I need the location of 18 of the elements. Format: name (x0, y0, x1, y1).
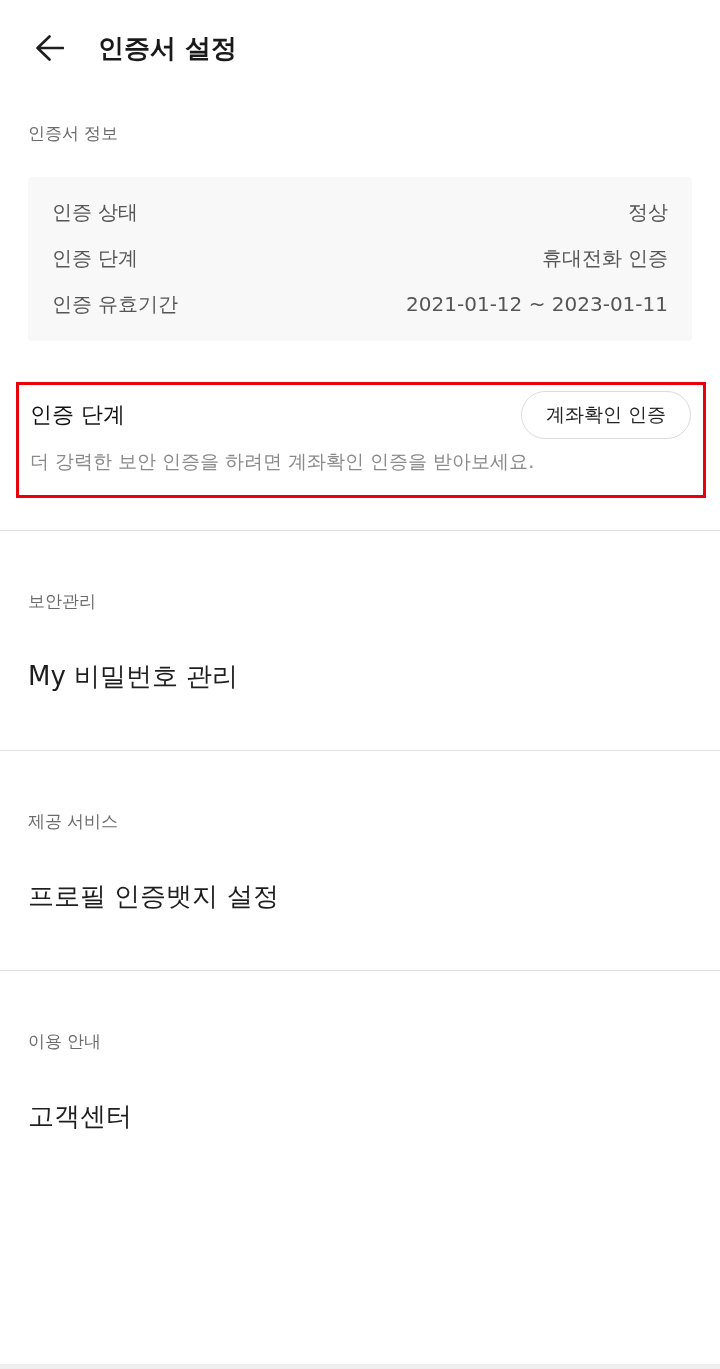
info-value: 정상 (628, 199, 668, 226)
info-label: 인증 상태 (52, 199, 139, 226)
section-label: 보안관리 (28, 590, 96, 613)
back-arrow-icon (36, 35, 64, 61)
menu-item[interactable]: 프로필 인증뱃지 설정 (28, 878, 279, 914)
menu-item[interactable]: My 비밀번호 관리 (28, 658, 239, 694)
info-value: 휴대전화 인증 (541, 245, 668, 272)
info-value: 2021-01-12 ~ 2023-01-11 (406, 291, 668, 318)
info-label: 인증 유효기간 (52, 291, 179, 318)
auth-level-description: 더 강력한 보안 인증을 하려면 계좌확인 인증을 받아보세요. (30, 449, 535, 474)
section-label: 이용 안내 (28, 1030, 102, 1053)
menu-item[interactable]: 고객센터 (28, 1098, 132, 1134)
info-label: 인증 단계 (52, 245, 139, 272)
section-label: 인증서 정보 (28, 122, 119, 145)
account-verify-button[interactable]: 계좌확인 인증 (520, 391, 691, 439)
page-title: 인증서 설정 (98, 32, 238, 65)
section-label: 제공 서비스 (28, 810, 119, 833)
auth-level-title: 인증 단계 (30, 401, 125, 429)
